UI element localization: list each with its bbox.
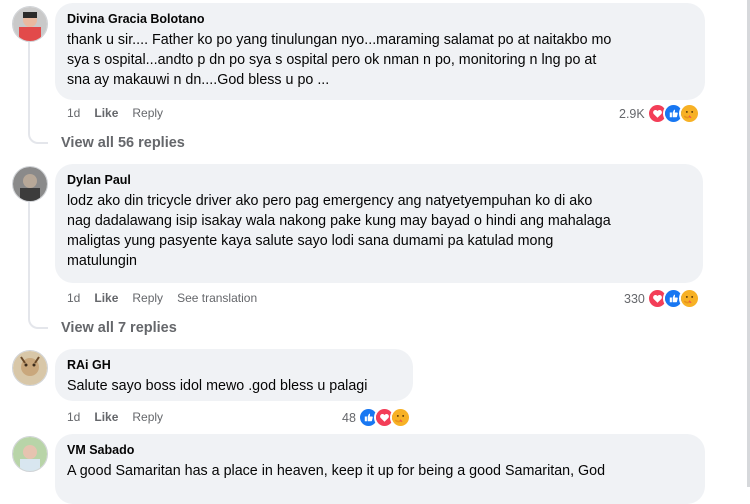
like-button[interactable]: Like xyxy=(94,105,118,121)
avatar[interactable] xyxy=(12,166,48,202)
reaction-summary[interactable]: 330 xyxy=(624,288,700,309)
care-icon xyxy=(678,288,700,309)
comment-actions: 1d Like Reply xyxy=(67,409,163,425)
see-translation-link[interactable]: See translation xyxy=(177,290,257,306)
thread-connector xyxy=(28,42,48,144)
reply-button[interactable]: Reply xyxy=(132,409,163,425)
reaction-count: 48 xyxy=(342,410,356,425)
reaction-count: 2.9K xyxy=(619,106,645,121)
comment-time[interactable]: 1d xyxy=(67,105,80,121)
comment-author[interactable]: Divina Gracia Bolotano xyxy=(67,11,693,27)
comment-author[interactable]: Dylan Paul xyxy=(67,172,691,188)
view-replies-link[interactable]: View all 7 replies xyxy=(61,320,177,336)
comment-actions: 1d Like Reply xyxy=(67,105,163,121)
comment-text: thank u sir.... Father ko po yang tinulu… xyxy=(67,32,612,88)
reaction-count: 330 xyxy=(624,291,645,306)
reaction-summary[interactable]: 48 xyxy=(342,407,411,428)
reaction-summary[interactable]: 2.9K xyxy=(619,103,700,124)
comment-time[interactable]: 1d xyxy=(67,290,80,306)
comment-author[interactable]: RAi GH xyxy=(67,357,401,373)
comment-bubble: Divina Gracia Bolotano thank u sir.... F… xyxy=(55,3,705,100)
care-icon xyxy=(389,407,411,428)
comment-bubble: RAi GH Salute sayo boss idol mewo .god b… xyxy=(55,349,413,401)
thread-connector xyxy=(28,202,48,329)
comment-text: A good Samaritan has a place in heaven, … xyxy=(67,463,606,479)
avatar[interactable] xyxy=(12,436,48,472)
comment-author[interactable]: VM Sabado xyxy=(67,442,693,458)
comment-time[interactable]: 1d xyxy=(67,409,80,425)
reply-button[interactable]: Reply xyxy=(132,105,163,121)
comment-bubble: Dylan Paul lodz ako din tricycle driver … xyxy=(55,164,703,283)
like-button[interactable]: Like xyxy=(94,290,118,306)
care-icon xyxy=(678,103,700,124)
comment-actions: 1d Like Reply See translation xyxy=(67,290,257,306)
reply-button[interactable]: Reply xyxy=(132,290,163,306)
like-button[interactable]: Like xyxy=(94,409,118,425)
comment-text: lodz ako din tricycle driver ako pero pa… xyxy=(67,193,611,269)
avatar[interactable] xyxy=(12,350,48,386)
comment-bubble: VM Sabado A good Samaritan has a place i… xyxy=(55,434,705,504)
avatar[interactable] xyxy=(12,6,48,42)
view-replies-link[interactable]: View all 56 replies xyxy=(61,135,185,151)
comment-text: Salute sayo boss idol mewo .god bless u … xyxy=(67,378,368,394)
